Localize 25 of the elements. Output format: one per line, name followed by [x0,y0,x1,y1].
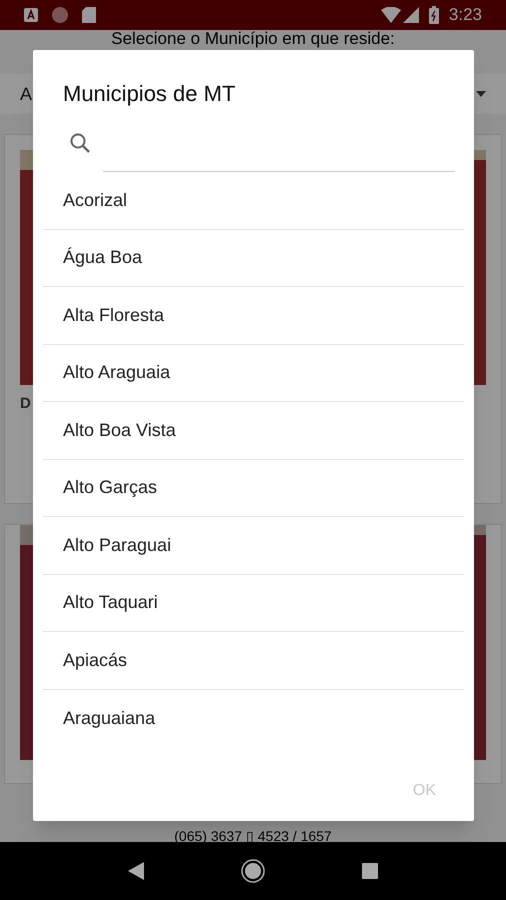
municipality-item[interactable]: Alto Araguaia [43,344,464,402]
municipality-item[interactable]: Acorizal [43,172,464,230]
municipality-item[interactable]: Alto Taquari [43,574,464,632]
battery-icon [428,6,439,24]
recents-icon[interactable] [362,863,378,879]
municipality-item[interactable]: Araguaiana [43,690,464,747]
municipality-item[interactable]: Alto Boa Vista [43,402,464,460]
search-icon [69,132,91,154]
home-icon[interactable] [240,859,265,883]
municipality-item[interactable]: Água Boa [43,230,464,287]
dialog-title: Municipios de MT [62,80,236,108]
circle-icon [52,7,68,23]
signal-icon [402,7,419,23]
municipality-item[interactable]: Alto Paraguai [43,517,464,574]
caret-icon [476,91,486,97]
sd-card-icon [82,7,96,23]
page-heading: Selecione o Município em que reside: [111,29,395,49]
clock: 3:23 [448,4,482,26]
municipality-item[interactable]: Alta Floresta [43,287,464,344]
municipality-item[interactable]: Apiacás [43,632,464,690]
card-label: D [20,394,32,414]
back-icon[interactable] [128,862,144,880]
notification-icon [24,8,38,22]
wifi-icon [380,7,401,23]
municipality-item[interactable]: Alto Garças [43,460,464,517]
